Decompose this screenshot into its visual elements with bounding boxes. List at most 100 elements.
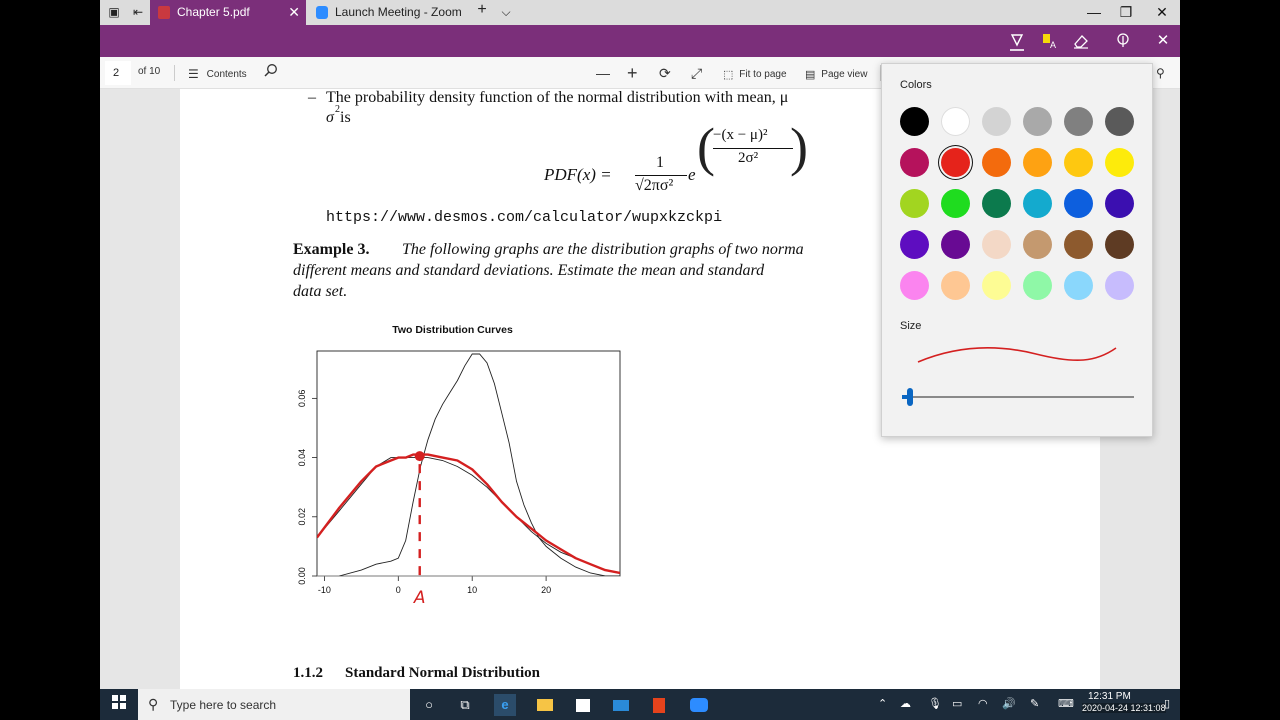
formula-numerator: 1 [656,154,664,171]
highlighter-icon[interactable]: A [1038,30,1060,52]
clock-date[interactable]: 2020-04-24 12:31:08 [1082,703,1166,713]
svg-text:A: A [1050,40,1056,50]
color-swatch[interactable] [1105,148,1134,177]
paren-right: ) [790,117,808,177]
color-swatch[interactable] [1064,148,1093,177]
fit-to-page-button[interactable]: ⬚ Fit to page [723,63,787,83]
color-swatch[interactable] [982,148,1011,177]
color-swatch[interactable] [1105,230,1134,259]
set-aside-tabs-icon[interactable]: ⇤ [130,5,146,19]
touch-writing-icon[interactable] [1112,30,1134,52]
size-slider-track[interactable] [902,396,1134,398]
store-icon[interactable] [572,694,594,716]
color-swatch[interactable] [1023,107,1052,136]
wifi-icon[interactable]: ◠ [978,697,988,710]
minimize-button[interactable]: — [1076,0,1112,25]
color-swatch[interactable] [941,189,970,218]
close-ink-icon[interactable]: ✕ [1152,30,1174,52]
color-swatch[interactable] [982,230,1011,259]
close-tab-icon[interactable]: ✕ [288,0,300,25]
pen-tool-icon[interactable] [1006,30,1028,52]
color-swatch[interactable] [900,271,929,300]
color-swatch[interactable] [1064,107,1093,136]
page-total: of 10 [138,66,161,77]
color-swatch[interactable] [1023,230,1052,259]
volume-icon[interactable]: 🔊 [1002,697,1016,710]
task-view-icon[interactable]: ⧉ [454,694,476,716]
color-swatch[interactable] [1064,230,1093,259]
color-swatch[interactable] [900,107,929,136]
cortana-icon[interactable]: ○ [418,694,440,716]
start-button[interactable] [108,694,130,716]
distribution-chart: Two Distribution Curves -10 0 10 20 0.00 0.02 0… [297,324,621,608]
restore-button[interactable]: ❐ [1108,0,1144,25]
color-swatch[interactable] [982,107,1011,136]
ink-marker [414,451,425,462]
zoom-app-icon[interactable] [688,694,710,716]
file-explorer-icon[interactable] [534,694,556,716]
tab-dropdown-icon[interactable]: ⌵ [498,5,514,19]
color-swatch[interactable] [1064,271,1093,300]
color-swatch[interactable] [1105,271,1134,300]
x-tick-label: 10 [467,585,477,595]
divider [174,65,175,81]
rotate-icon[interactable]: ⟳ [659,63,671,83]
y-tick-label: 0.02 [297,508,307,526]
zoom-out-icon[interactable]: — [596,63,610,83]
color-swatch[interactable] [982,271,1011,300]
text-line: The probability density function of the … [326,89,789,106]
onedrive-icon[interactable]: ☁ [900,697,911,710]
taskbar-search[interactable]: ⚲ Type here to search [138,689,410,720]
clock-time[interactable]: 12:31 PM [1088,691,1131,702]
size-slider-thumb[interactable] [906,388,913,406]
edge-icon[interactable]: e [494,694,516,716]
color-swatch[interactable] [1023,271,1052,300]
color-swatch[interactable] [1105,189,1134,218]
zoom-icon [316,6,328,19]
color-swatch[interactable] [1023,189,1052,218]
battery-icon[interactable]: ▭ [952,697,962,710]
color-swatch[interactable] [900,189,929,218]
formula-denominator: √2πσ² [635,177,674,194]
fraction-bar [713,148,793,149]
page-view-button[interactable]: ▤ Page view [805,63,868,83]
microphone-icon[interactable]: 🎙 [928,697,942,710]
color-swatch[interactable] [900,230,929,259]
desmos-link[interactable]: https://www.desmos.com/calculator/wupxkz… [326,209,722,226]
tab-actions-icon[interactable]: ▣ [106,5,122,19]
tab-chapter-5-pdf[interactable]: Chapter 5.pdf ✕ [150,0,306,25]
y-tick-label: 0.00 [297,567,307,585]
page-view-label: Page view [821,69,868,80]
search-icon: ⚲ [148,696,159,712]
color-swatch[interactable] [982,189,1011,218]
section-number: 1.1.2 [293,665,323,681]
keyboard-icon[interactable]: ⌨ [1058,697,1074,710]
color-swatch[interactable] [900,148,929,177]
color-swatch[interactable] [1064,189,1093,218]
pen-settings-popup: Colors Size [881,63,1153,437]
full-screen-icon[interactable]: ⤢ [691,63,702,83]
color-swatch[interactable] [941,148,970,177]
color-swatch[interactable] [941,107,970,136]
close-window-button[interactable]: ✕ [1144,0,1180,25]
tray-overflow-icon[interactable]: ⌃ [878,697,887,710]
color-swatch[interactable] [1023,148,1052,177]
mail-icon[interactable] [610,694,632,716]
pen-workspace-icon[interactable]: ✎ [1030,697,1039,710]
color-swatch[interactable] [1105,107,1134,136]
fit-icon: ⬚ [723,69,734,81]
contents-button[interactable]: ☰ Contents [188,63,247,83]
office-icon[interactable] [648,694,670,716]
example-text: The following graphs are the distributio… [402,241,804,258]
color-swatch[interactable] [941,271,970,300]
title-bar: ▣ ⇤ Chapter 5.pdf ✕ Launch Meeting - Zoo… [100,0,1180,25]
page-number-input[interactable]: 2 [105,61,131,85]
eraser-icon[interactable] [1070,30,1092,52]
zoom-in-icon[interactable]: + [627,63,638,83]
search-icon[interactable] [263,63,279,83]
notifications-icon[interactable]: ▯ [1164,697,1170,710]
tab-launch-meeting-zoom[interactable]: Launch Meeting - Zoom [308,0,468,25]
new-tab-button[interactable]: + [474,2,490,18]
pin-toolbar-icon[interactable]: ⚲ [1156,63,1165,83]
color-swatch[interactable] [941,230,970,259]
